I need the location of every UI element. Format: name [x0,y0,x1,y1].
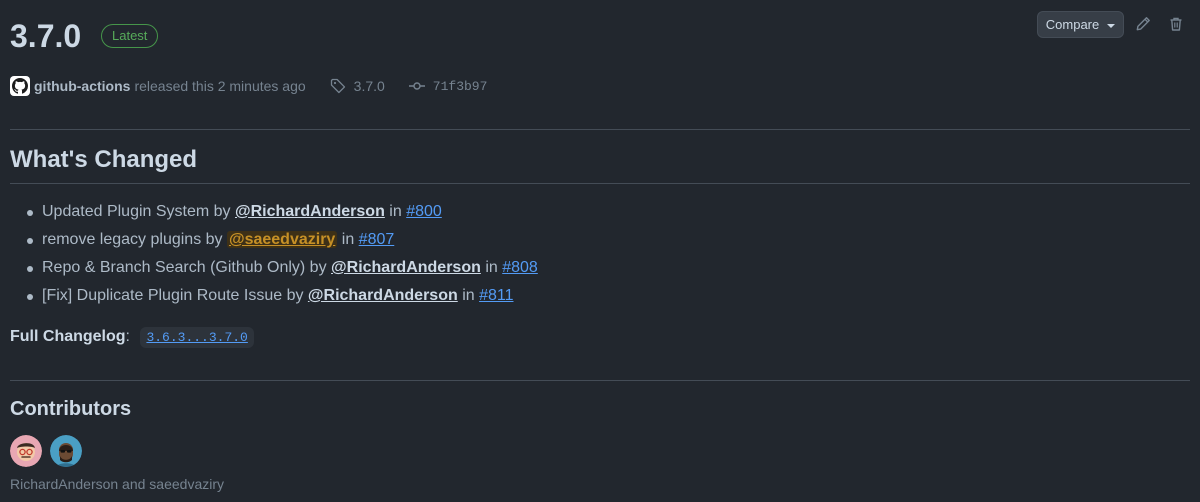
in-text: in [337,231,359,248]
trash-icon [1170,17,1182,31]
release-tag[interactable]: 3.7.0 [330,78,385,94]
release-title: 3.7.0 [10,18,82,54]
avatar[interactable] [50,435,82,467]
delete-release-button[interactable] [1166,14,1186,34]
chevron-down-icon [1107,23,1116,28]
release-commit[interactable]: 71f3b97 [408,78,488,94]
edit-release-button[interactable] [1133,14,1153,34]
latest-badge: Latest [101,24,159,48]
author-mention[interactable]: @RichardAnderson [308,287,458,304]
changelog-compare-link[interactable]: 3.6.3...3.7.0 [140,327,254,348]
pr-link[interactable]: #807 [359,231,395,248]
change-text: remove legacy plugins by [42,231,227,248]
list-item: [Fix] Duplicate Plugin Route Issue by @R… [10,284,538,312]
pencil-icon [1136,17,1150,31]
github-logo-icon[interactable] [10,76,30,96]
contributors-names: RichardAnderson and saeedvaziry [10,476,225,492]
list-item: remove legacy plugins by @saeedvaziry in… [10,228,538,256]
heading-underline [10,183,1190,184]
released-time: released this 2 minutes ago [134,78,306,94]
colon: : [125,328,135,345]
list-item: Repo & Branch Search (Github Only) by @R… [10,256,538,284]
release-author[interactable]: github-actions [34,78,130,94]
commit-sha: 71f3b97 [432,78,488,94]
full-changelog: Full Changelog: 3.6.3...3.7.0 [10,325,254,350]
tag-icon [330,78,345,94]
contributor-avatars [10,435,82,467]
in-text: in [480,259,503,276]
author-mention[interactable]: @RichardAnderson [235,203,385,220]
whats-changed-heading: What's Changed [10,146,198,173]
pr-link[interactable]: #811 [479,287,513,304]
compare-button[interactable]: Compare [1037,11,1124,38]
author-mention[interactable]: @saeedvaziry [226,231,338,248]
git-commit-icon [408,82,425,90]
full-changelog-label: Full Changelog [10,328,126,345]
release-meta: github-actions released this 2 minutes a… [10,76,487,96]
contributors-heading: Contributors [10,398,132,420]
in-text: in [384,203,407,220]
pr-link[interactable]: #808 [502,259,538,276]
change-text: Updated Plugin System by [42,203,235,220]
divider [10,380,1190,381]
change-text: [Fix] Duplicate Plugin Route Issue by [42,287,308,304]
in-text: in [457,287,480,304]
pr-link[interactable]: #800 [406,203,442,220]
author-mention[interactable]: @RichardAnderson [331,259,481,276]
changes-list: Updated Plugin System by @RichardAnderso… [10,200,538,312]
change-text: Repo & Branch Search (Github Only) by [42,259,332,276]
compare-label: Compare [1045,17,1100,32]
list-item: Updated Plugin System by @RichardAnderso… [10,200,538,228]
divider [10,129,1190,130]
avatar[interactable] [10,435,42,467]
tag-label: 3.7.0 [353,78,385,94]
